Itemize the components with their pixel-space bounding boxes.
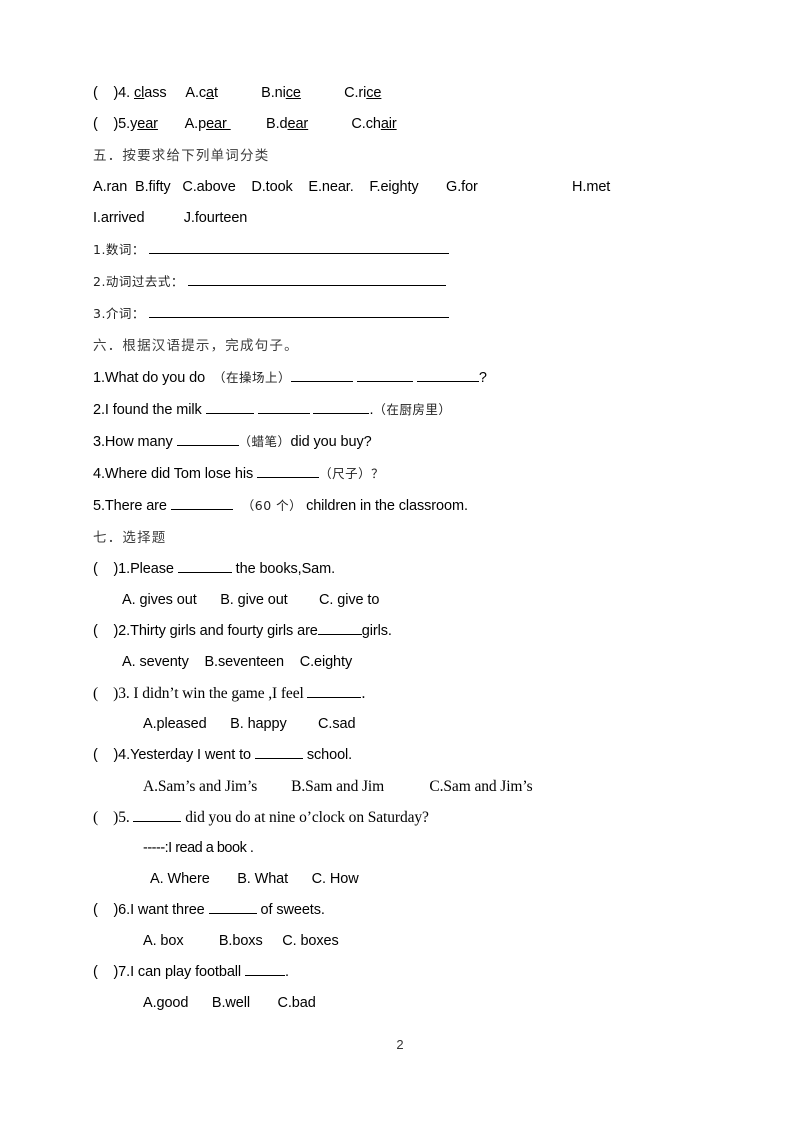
choice-options-row[interactable]: A.pleased B. happy C.sad	[93, 709, 733, 740]
phonics-question-row: ( )4. class A.cat B.nice C.rice	[93, 78, 733, 109]
word-category-blank[interactable]	[148, 241, 449, 254]
question-marker: ( )3.	[93, 685, 130, 702]
phonics-option[interactable]: A.pear	[185, 116, 231, 132]
translation-item-row: 1.What do you do （在操场上） ?	[93, 369, 487, 386]
translation-item-row: 2.I found the milk .（在厨房里）	[93, 401, 452, 418]
phonics-option[interactable]: B.nice	[261, 85, 301, 101]
answer-blank[interactable]	[170, 497, 233, 510]
choice-options-row[interactable]: A. Where B. What C. How	[93, 864, 733, 895]
question-marker: ( )1.	[93, 561, 131, 577]
question-marker: ( )7.	[93, 964, 131, 980]
choice-options-row[interactable]: A. seventy B.seventeen C.eighty	[93, 647, 733, 678]
chinese-hint: （60 个）	[232, 498, 303, 513]
word-category-blank[interactable]	[148, 305, 449, 318]
word-category-label: 2.动词过去式：	[93, 274, 184, 289]
answer-blank[interactable]	[317, 622, 362, 635]
choice-question-row: ( )2.Thirty girls and fourty girls are gi…	[93, 622, 392, 639]
choice-question-row: ( )1.Please the books,Sam.	[93, 560, 336, 577]
word-category-list: 1.数词： 2.动词过去式： 3.介词：	[93, 234, 733, 330]
section-7-heading: 七．选择题	[93, 530, 167, 546]
answer-blank[interactable]	[176, 433, 239, 446]
phonics-option[interactable]: C.rice	[344, 85, 381, 101]
word-category-row: 1.数词：	[93, 234, 733, 266]
item-number: 4.	[93, 466, 105, 482]
answer-blank[interactable]	[290, 369, 353, 382]
section-7-question-list: ( )1.Please the books,Sam. A. gives out …	[93, 554, 733, 1019]
word-category-row: 3.介词：	[93, 298, 733, 330]
word-category-label: 3.介词：	[93, 306, 145, 321]
phonics-question-row: ( )5.year A.pear B.dear C.chair	[93, 109, 733, 140]
page-number: 2	[396, 1037, 404, 1052]
choice-question-row: ( )5. did you do at nine o’clock on Satu…	[93, 808, 429, 826]
word-bank-line-1: A.ran B.fifty C.above D.took E.near. F.e…	[93, 179, 611, 195]
section-6-heading: 六．根据汉语提示，完成句子。	[93, 338, 299, 354]
answer-blank[interactable]	[257, 401, 310, 414]
answer-blank[interactable]	[356, 369, 413, 382]
question-marker: ( )4.	[93, 747, 131, 763]
choice-options-row[interactable]: A.good B.well C.bad	[93, 988, 733, 1019]
answer-blank[interactable]	[254, 746, 303, 759]
choice-options-row[interactable]: A.Sam’s and Jim’s B.Sam and Jim C.Sam an…	[93, 771, 733, 802]
word-category-row: 2.动词过去式：	[93, 266, 733, 298]
answer-blank[interactable]	[208, 901, 257, 914]
question-marker: ( )6.	[93, 902, 131, 918]
translation-item-row: 4.Where did Tom lose his （尺子）？	[93, 465, 385, 482]
section-5-heading: 五．按要求给下列单词分类	[93, 148, 270, 164]
choice-options-row[interactable]: A. gives out B. give out C. give to	[93, 585, 733, 616]
translation-item-row: 5.There are （60 个） children in the class…	[93, 497, 468, 514]
phonics-option[interactable]: A.cat	[185, 85, 218, 101]
chinese-hint: （尺子）？	[319, 466, 385, 481]
phonics-target-word: year	[130, 116, 158, 132]
answer-blank[interactable]	[205, 401, 254, 414]
question-marker: ( )5.	[93, 809, 130, 826]
word-category-label: 1.数词：	[93, 242, 145, 257]
item-number: 2.	[93, 402, 105, 418]
phonics-question-list: ( )4. class A.cat B.nice C.rice( )5.year…	[93, 78, 733, 140]
phonics-option[interactable]: B.dear	[266, 116, 308, 132]
choice-question-row: ( )3. I didn’t win the game ,I feel .	[93, 684, 366, 702]
choice-question-row: ( )7.I can play football .	[93, 963, 289, 980]
phonics-target-word: class	[134, 85, 167, 101]
answer-blank[interactable]	[313, 401, 370, 414]
sample-answer-line: -----:I read a book .	[143, 840, 254, 856]
page-content: ( )4. class A.cat B.nice C.rice( )5.year…	[93, 78, 733, 1019]
chinese-hint: （在厨房里）	[373, 402, 452, 417]
item-number: 1.	[93, 370, 105, 386]
chinese-hint: （蜡笔）	[238, 434, 291, 449]
answer-blank[interactable]	[177, 560, 232, 573]
answer-blank[interactable]	[133, 808, 182, 822]
answer-blank[interactable]	[257, 465, 320, 478]
question-marker: ( )5.	[93, 116, 131, 132]
answer-blank[interactable]	[244, 963, 285, 976]
choice-question-row: ( )4.Yesterday I went to school.	[93, 746, 353, 763]
phonics-option[interactable]: C.chair	[351, 116, 396, 132]
word-category-blank[interactable]	[187, 273, 446, 286]
section-6-item-list: 1.What do you do （在操场上） ? 2.I found the m…	[93, 362, 733, 522]
choice-question-row: ( )6.I want three of sweets.	[93, 901, 325, 918]
item-number: 5.	[93, 498, 105, 514]
worksheet-page: ( )4. class A.cat B.nice C.rice( )5.year…	[0, 0, 800, 1132]
answer-blank[interactable]	[416, 369, 479, 382]
question-marker: ( )4.	[93, 85, 134, 101]
translation-item-row: 3.How many （蜡笔）did you buy?	[93, 433, 372, 450]
answer-blank[interactable]	[307, 684, 362, 698]
choice-options-row[interactable]: A. box B.boxs C. boxes	[93, 926, 733, 957]
item-number: 3.	[93, 434, 105, 450]
chinese-hint: （在操场上）	[212, 370, 291, 385]
word-bank-line-2: I.arrived J.fourteen	[93, 210, 248, 226]
question-marker: ( )2.	[93, 623, 131, 639]
